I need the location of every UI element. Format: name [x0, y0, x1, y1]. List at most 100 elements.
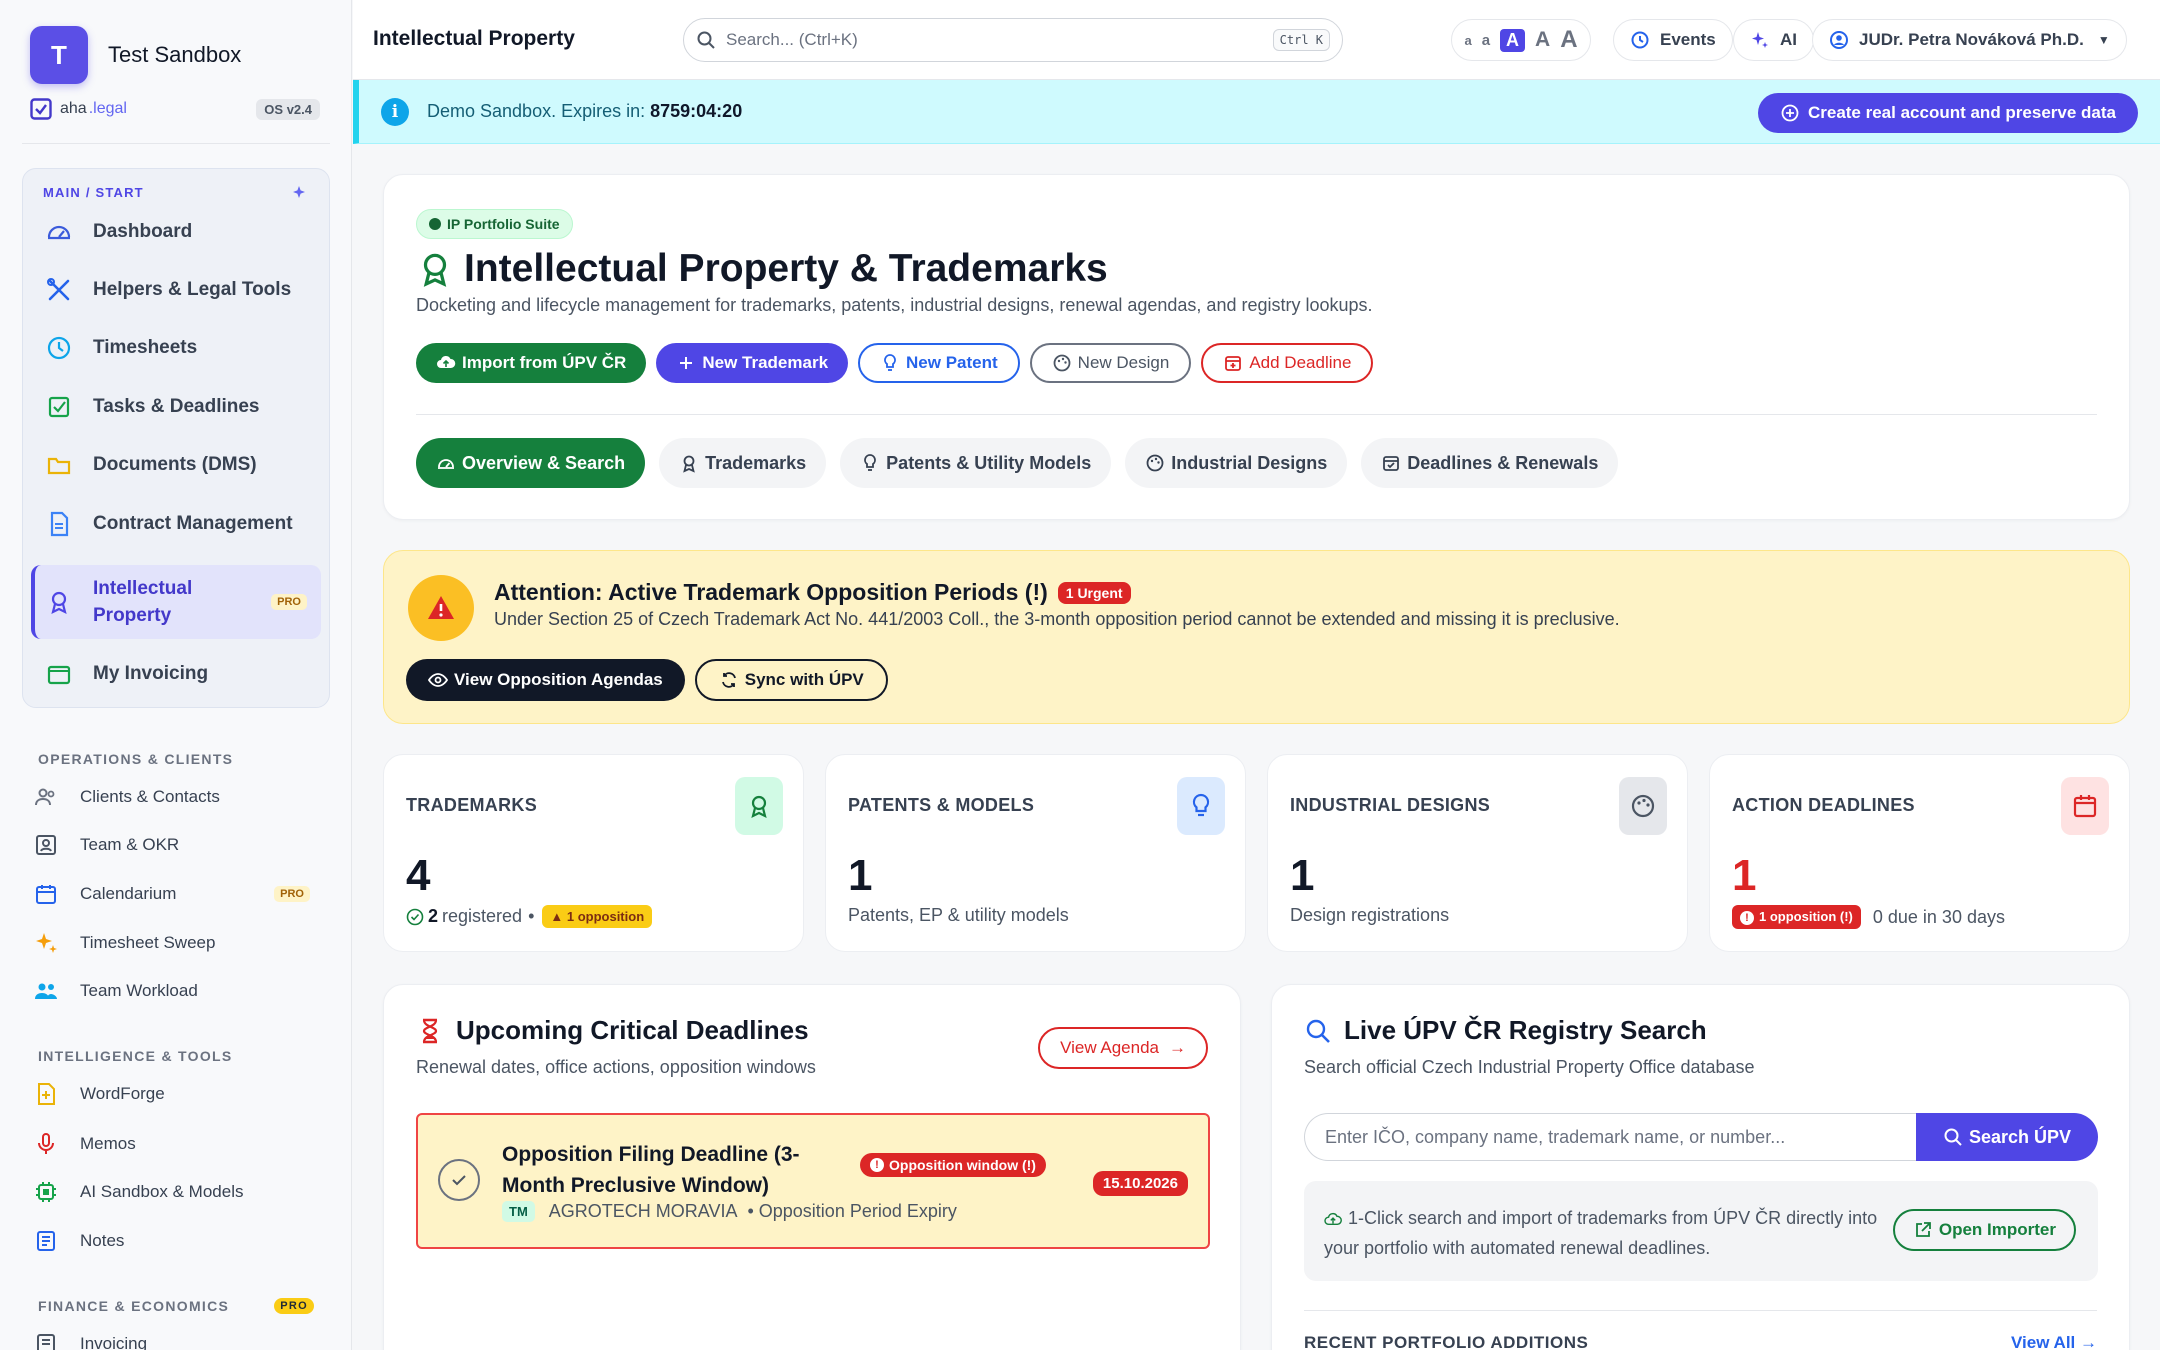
add-deadline-button[interactable]: Add Deadline	[1201, 343, 1374, 383]
view-agenda-button[interactable]: View Agenda →	[1038, 1027, 1208, 1069]
bulb-icon	[880, 353, 900, 373]
chevron-down-icon: ▼	[2097, 33, 2110, 47]
invoice-icon	[34, 1332, 58, 1350]
sidebar-item-label: Invoicing	[80, 1334, 148, 1350]
sidebar-item-team-workload[interactable]: Team Workload	[34, 971, 324, 1011]
new-patent-button[interactable]: New Patent	[858, 343, 1020, 383]
search-icon	[696, 30, 716, 50]
view-opposition-agendas-button[interactable]: View Opposition Agendas	[406, 659, 685, 701]
stat-footer: 2 registered • ▲ 1 opposition	[406, 905, 653, 928]
external-link-icon	[1913, 1220, 1933, 1240]
deadline-item[interactable]: Opposition Filing Deadline (3-Month Prec…	[416, 1113, 1210, 1249]
users-icon	[34, 785, 58, 809]
new-design-button[interactable]: New Design	[1029, 343, 1192, 383]
sidebar-item-notes[interactable]: Notes	[34, 1221, 324, 1261]
new-trademark-button[interactable]: New Trademark	[656, 343, 849, 383]
font-size-s[interactable]: a	[1482, 32, 1490, 49]
open-importer-button[interactable]: Open Importer	[1892, 1209, 2076, 1251]
global-search-input[interactable]: Search... (Ctrl+K) Ctrl K	[683, 18, 1343, 62]
events-button[interactable]: Events	[1613, 19, 1733, 61]
bullet-separator: •	[528, 906, 535, 926]
warning-icon	[408, 575, 474, 641]
critical-deadlines-card: Upcoming Critical Deadlines Renewal date…	[383, 984, 1241, 1350]
sparkle-icon[interactable]	[291, 185, 307, 201]
alert-icon: !	[870, 1158, 884, 1172]
font-size-xs[interactable]: a	[1464, 33, 1471, 48]
search-upv-button[interactable]: Search ÚPV	[1916, 1113, 2098, 1161]
warning-icon: ▲	[550, 909, 567, 924]
font-size-xl[interactable]: A	[1560, 26, 1577, 54]
stat-footer: Patents, EP & utility models	[848, 905, 1069, 925]
sidebar-item-label: Timesheet Sweep	[80, 933, 216, 952]
deadlines-subtitle: Renewal dates, office actions, oppositio…	[416, 1057, 816, 1077]
hero-actions: Import from ÚPV ČR New Trademark New Pat…	[416, 343, 1374, 383]
version-badge: OS v2.4	[256, 98, 320, 120]
pro-badge: PRO	[271, 594, 307, 610]
sidebar-item-label: Team Workload	[80, 981, 198, 1000]
view-agenda-label: View Agenda	[1060, 1038, 1159, 1057]
sidebar-item-label: Intellectual Property	[93, 578, 193, 626]
tab-overview-search[interactable]: Overview & Search	[416, 438, 646, 488]
tab-patents[interactable]: Patents & Utility Models	[840, 438, 1112, 488]
stat-card-deadlines[interactable]: ACTION DEADLINES 1 ! 1 opposition (!) 0 d…	[1709, 754, 2130, 952]
search-upv-label: Search ÚPV	[1968, 1126, 2072, 1147]
tools-icon	[45, 276, 73, 304]
sidebar-item-label: Team & OKR	[80, 835, 180, 854]
tab-trademarks[interactable]: Trademarks	[659, 438, 827, 488]
sync-upv-button[interactable]: Sync with ÚPV	[694, 659, 888, 701]
sidebar-item-invoicing[interactable]: My Invoicing	[31, 647, 321, 701]
sidebar-item-label: Dashboard	[93, 221, 193, 242]
sidebar-item-contracts[interactable]: Contract Management	[31, 497, 321, 551]
sidebar-item-label: Clients & Contacts	[80, 787, 220, 806]
ai-label: AI	[1780, 30, 1797, 49]
sidebar-item-clients[interactable]: Clients & Contacts	[34, 777, 324, 817]
stat-card-trademarks[interactable]: TRADEMARKS 4 2 registered • ▲ 1 oppositi…	[383, 754, 804, 952]
main-section-title: MAIN / START	[43, 185, 144, 200]
opposition-window-badge: ! Opposition window (!)	[860, 1153, 1046, 1177]
import-upv-button[interactable]: Import from ÚPV ČR	[416, 343, 647, 383]
ai-button[interactable]: AI	[1733, 19, 1814, 61]
sidebar-item-intellectual-property[interactable]: Intellectual Property PRO	[31, 565, 321, 639]
clock-icon	[1630, 30, 1650, 50]
sidebar-item-helpers[interactable]: Helpers & Legal Tools	[31, 263, 321, 317]
create-account-button[interactable]: Create real account and preserve data	[1757, 93, 2138, 133]
sidebar-item-invoicing-finance[interactable]: Invoicing	[34, 1324, 324, 1350]
stat-card-patents[interactable]: PATENTS & MODELS 1 Patents, EP & utility…	[825, 754, 1246, 952]
sidebar-item-team-okr[interactable]: Team & OKR	[34, 825, 324, 865]
view-all-link[interactable]: View All →	[2011, 1333, 2097, 1350]
tab-label: Patents & Utility Models	[886, 452, 1092, 473]
sync-upv-label: Sync with ÚPV	[744, 670, 864, 689]
stat-value: 1	[1732, 851, 1757, 900]
sidebar-item-tasks[interactable]: Tasks & Deadlines	[31, 380, 321, 434]
award-icon	[45, 588, 73, 616]
tab-label: Trademarks	[705, 452, 807, 473]
opposition-alert: Attention: Active Trademark Opposition P…	[383, 550, 2130, 724]
complete-deadline-checkbox[interactable]	[438, 1159, 480, 1201]
tab-industrial-designs[interactable]: Industrial Designs	[1125, 438, 1348, 488]
tab-label: Overview & Search	[462, 452, 626, 473]
registry-search-card: Live ÚPV ČR Registry Search Search offic…	[1271, 984, 2130, 1350]
sidebar-item-timesheet-sweep[interactable]: Timesheet Sweep	[34, 923, 324, 963]
stat-label: ACTION DEADLINES	[1732, 795, 1915, 815]
font-size-l[interactable]: A	[1535, 28, 1550, 52]
sidebar-item-ai-sandbox[interactable]: AI Sandbox & Models	[34, 1172, 324, 1212]
sidebar-item-timesheets[interactable]: Timesheets	[31, 321, 321, 375]
tab-deadlines-renewals[interactable]: Deadlines & Renewals	[1361, 438, 1619, 488]
checkbox-icon	[45, 393, 73, 421]
palette-icon	[1052, 353, 1072, 373]
palette-icon	[1145, 453, 1165, 473]
sidebar-item-documents[interactable]: Documents (DMS)	[31, 438, 321, 492]
logo-accent: .legal	[88, 100, 127, 117]
registry-search-input[interactable]: Enter IČO, company name, trademark name,…	[1304, 1113, 1916, 1161]
user-menu[interactable]: JUDr. Petra Nováková Ph.D. ▼	[1812, 19, 2127, 61]
sidebar-item-dashboard[interactable]: Dashboard	[31, 205, 321, 259]
user-avatar-icon	[1829, 30, 1849, 50]
sync-icon	[719, 670, 739, 690]
sidebar-item-wordforge[interactable]: WordForge	[34, 1074, 324, 1114]
workspace-switcher[interactable]: T Test Sandbox	[30, 26, 241, 84]
font-size-m[interactable]: A	[1500, 28, 1526, 52]
sidebar-item-calendarium[interactable]: Calendarium PRO	[34, 874, 324, 914]
stat-card-designs[interactable]: INDUSTRIAL DESIGNS 1 Design registration…	[1267, 754, 1688, 952]
bulb-icon	[429, 218, 441, 230]
sidebar-item-memos[interactable]: Memos	[34, 1124, 324, 1164]
